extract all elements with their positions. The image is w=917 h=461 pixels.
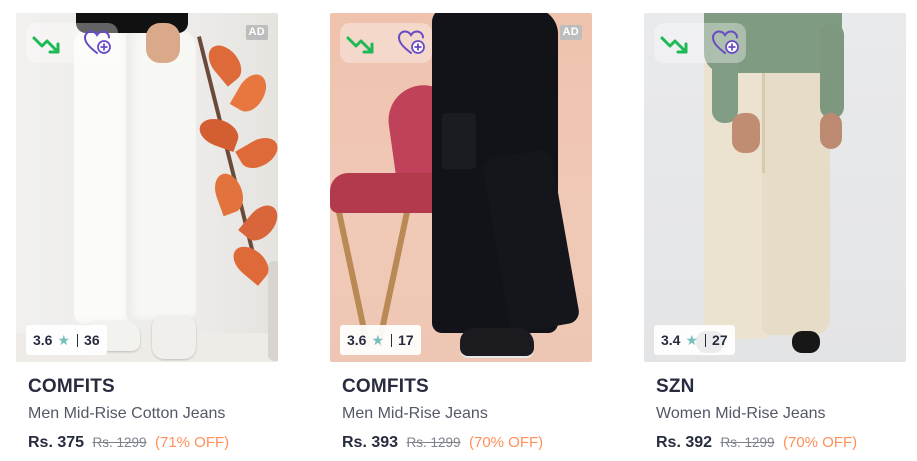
wishlist-heart-plus-icon[interactable] bbox=[84, 30, 112, 56]
original-price: Rs. 1299 bbox=[406, 435, 461, 450]
wishlist-heart-plus-icon[interactable] bbox=[712, 30, 740, 56]
product-brand[interactable]: COMFITS bbox=[28, 376, 115, 398]
discount-label: (70% OFF) bbox=[469, 434, 544, 451]
product-brand[interactable]: COMFITS bbox=[342, 376, 429, 398]
rating-value: 3.6 bbox=[33, 332, 53, 348]
ad-badge: AD bbox=[559, 25, 582, 40]
star-icon: ★ bbox=[685, 331, 699, 348]
discount-label: (71% OFF) bbox=[155, 434, 230, 451]
ad-badge: AD bbox=[245, 25, 268, 40]
selling-price: Rs. 393 bbox=[342, 434, 399, 451]
product-image[interactable] bbox=[644, 13, 906, 362]
rating-count: 36 bbox=[84, 332, 100, 348]
price-drop-icon bbox=[346, 36, 374, 54]
price-row: Rs. 392 Rs. 1299 (70% OFF) bbox=[656, 434, 857, 452]
price-row: Rs. 393 Rs. 1299 (70% OFF) bbox=[342, 434, 543, 452]
product-card[interactable]: 3.4 ★ 27 SZN Women Mid-Rise Jeans Rs. 39… bbox=[644, 0, 906, 461]
rating-count: 17 bbox=[398, 332, 414, 348]
product-card[interactable]: AD 3.6 ★ 17 COMFITS Men Mid-Rise Jeans R… bbox=[330, 0, 592, 461]
price-drop-icon bbox=[32, 36, 60, 54]
product-name[interactable]: Men Mid-Rise Cotton Jeans bbox=[28, 405, 225, 423]
product-grid: AD 3.6 ★ 36 COMFITS Men Mid-Rise Cotton … bbox=[0, 0, 917, 461]
product-name[interactable]: Women Mid-Rise Jeans bbox=[656, 405, 826, 423]
product-brand[interactable]: SZN bbox=[656, 376, 695, 398]
rating-value: 3.6 bbox=[347, 332, 367, 348]
star-icon: ★ bbox=[371, 331, 385, 348]
star-icon: ★ bbox=[57, 331, 71, 348]
price-drop-icon bbox=[660, 36, 688, 54]
rating-divider bbox=[391, 333, 393, 347]
wishlist-heart-plus-icon[interactable] bbox=[398, 30, 426, 56]
product-image[interactable] bbox=[330, 13, 592, 362]
original-price: Rs. 1299 bbox=[720, 435, 775, 450]
discount-label: (70% OFF) bbox=[783, 434, 858, 451]
selling-price: Rs. 392 bbox=[656, 434, 713, 451]
selling-price: Rs. 375 bbox=[28, 434, 85, 451]
rating-chip: 3.4 ★ 27 bbox=[654, 325, 735, 355]
original-price: Rs. 1299 bbox=[92, 435, 147, 450]
product-image[interactable] bbox=[16, 13, 278, 362]
rating-chip: 3.6 ★ 17 bbox=[340, 325, 421, 355]
product-name[interactable]: Men Mid-Rise Jeans bbox=[342, 405, 488, 423]
product-card[interactable]: AD 3.6 ★ 36 COMFITS Men Mid-Rise Cotton … bbox=[16, 0, 278, 461]
rating-value: 3.4 bbox=[661, 332, 681, 348]
rating-count: 27 bbox=[712, 332, 728, 348]
price-row: Rs. 375 Rs. 1299 (71% OFF) bbox=[28, 434, 229, 452]
rating-chip: 3.6 ★ 36 bbox=[26, 325, 107, 355]
rating-divider bbox=[705, 333, 707, 347]
rating-divider bbox=[77, 333, 79, 347]
